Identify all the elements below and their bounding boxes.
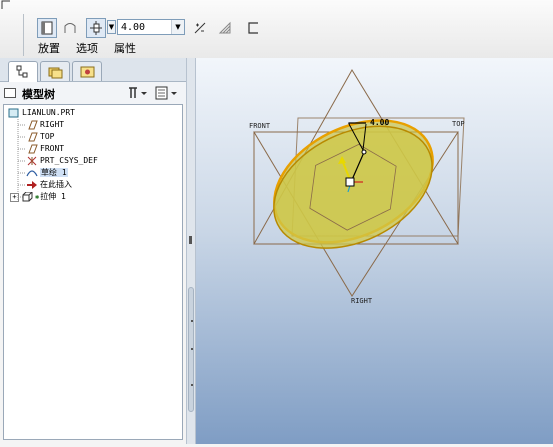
- part-icon: [8, 108, 20, 118]
- ribbon-separator: [23, 14, 24, 56]
- tree-item-insert-here[interactable]: 在此插入: [26, 179, 72, 191]
- panel-splitter[interactable]: [186, 58, 196, 444]
- remove-material-button[interactable]: [215, 18, 235, 38]
- depth-value-field[interactable]: ▼: [117, 19, 185, 35]
- datum-label-front: FRONT: [249, 122, 271, 130]
- drag-handle: [345, 177, 355, 187]
- extrude-icon: [21, 191, 33, 202]
- datum-plane-icon: [26, 144, 38, 154]
- tab-options[interactable]: 选项: [76, 40, 98, 56]
- datum-plane-icon: [26, 120, 38, 130]
- model-tree-header: 模型树: [0, 82, 188, 104]
- tree-settings-button[interactable]: [126, 85, 148, 101]
- depth-option-dropdown[interactable]: ▼: [107, 20, 116, 34]
- csys-icon: [26, 156, 38, 166]
- sketch-icon: [26, 168, 38, 178]
- model-view: 4.00 FRONT TOP RIGHT: [249, 69, 465, 305]
- tree-item-part[interactable]: LIANLUN.PRT: [8, 107, 75, 119]
- datum-plane-icon: [26, 132, 38, 142]
- model-tree-title: 模型树: [22, 88, 55, 101]
- tree-columns-button[interactable]: [154, 85, 180, 101]
- feature-dashboard: ▼ ▼ 放置 选项 属性: [0, 0, 553, 59]
- chevron-down-icon[interactable]: ▼: [171, 20, 184, 34]
- graphics-window[interactable]: 4.00 FRONT TOP RIGHT: [196, 58, 553, 444]
- tree-item-sketch[interactable]: 草绘 1: [26, 167, 68, 179]
- tree-item-right[interactable]: RIGHT: [26, 119, 64, 131]
- tab-properties[interactable]: 属性: [114, 40, 136, 56]
- insert-here-arrow-icon: [26, 180, 38, 190]
- tree-item-front[interactable]: FRONT: [26, 143, 64, 155]
- tab-model-tree[interactable]: [8, 61, 38, 82]
- tree-item-csys[interactable]: PRT_CSYS_DEF: [26, 155, 98, 167]
- regenerate-pending-icon: ✱: [35, 193, 40, 201]
- extrude-solid-button[interactable]: [37, 18, 57, 38]
- thicken-sketch-button[interactable]: [243, 18, 263, 38]
- model-tree-header-icon: [4, 88, 16, 101]
- datum-label-right: RIGHT: [351, 297, 373, 305]
- tree-item-extrude[interactable]: + ✱拉伸 1: [10, 191, 66, 203]
- depth-option-button[interactable]: [86, 18, 106, 38]
- splitter-grip[interactable]: [188, 287, 194, 412]
- extrude-surface-button[interactable]: [60, 18, 80, 38]
- datum-label-top: TOP: [452, 120, 465, 128]
- depth-value-input[interactable]: [118, 21, 173, 34]
- tab-folder-browser[interactable]: [40, 61, 70, 81]
- tab-placement[interactable]: 放置: [38, 40, 60, 56]
- tree-item-top[interactable]: TOP: [26, 131, 54, 143]
- corner-handle-icon: [1, 0, 11, 13]
- expand-plus-icon[interactable]: +: [10, 192, 19, 202]
- model-tree: LIANLUN.PRT RIGHT TOP FRONT PRT_CSYS_DEF…: [3, 104, 183, 440]
- navigator-tabs: [0, 58, 196, 82]
- depth-dimension-label[interactable]: 4.00: [370, 118, 389, 127]
- flip-direction-button[interactable]: [190, 18, 210, 38]
- splitter-arrow-icon[interactable]: [189, 236, 192, 244]
- tab-favorites[interactable]: [72, 61, 102, 81]
